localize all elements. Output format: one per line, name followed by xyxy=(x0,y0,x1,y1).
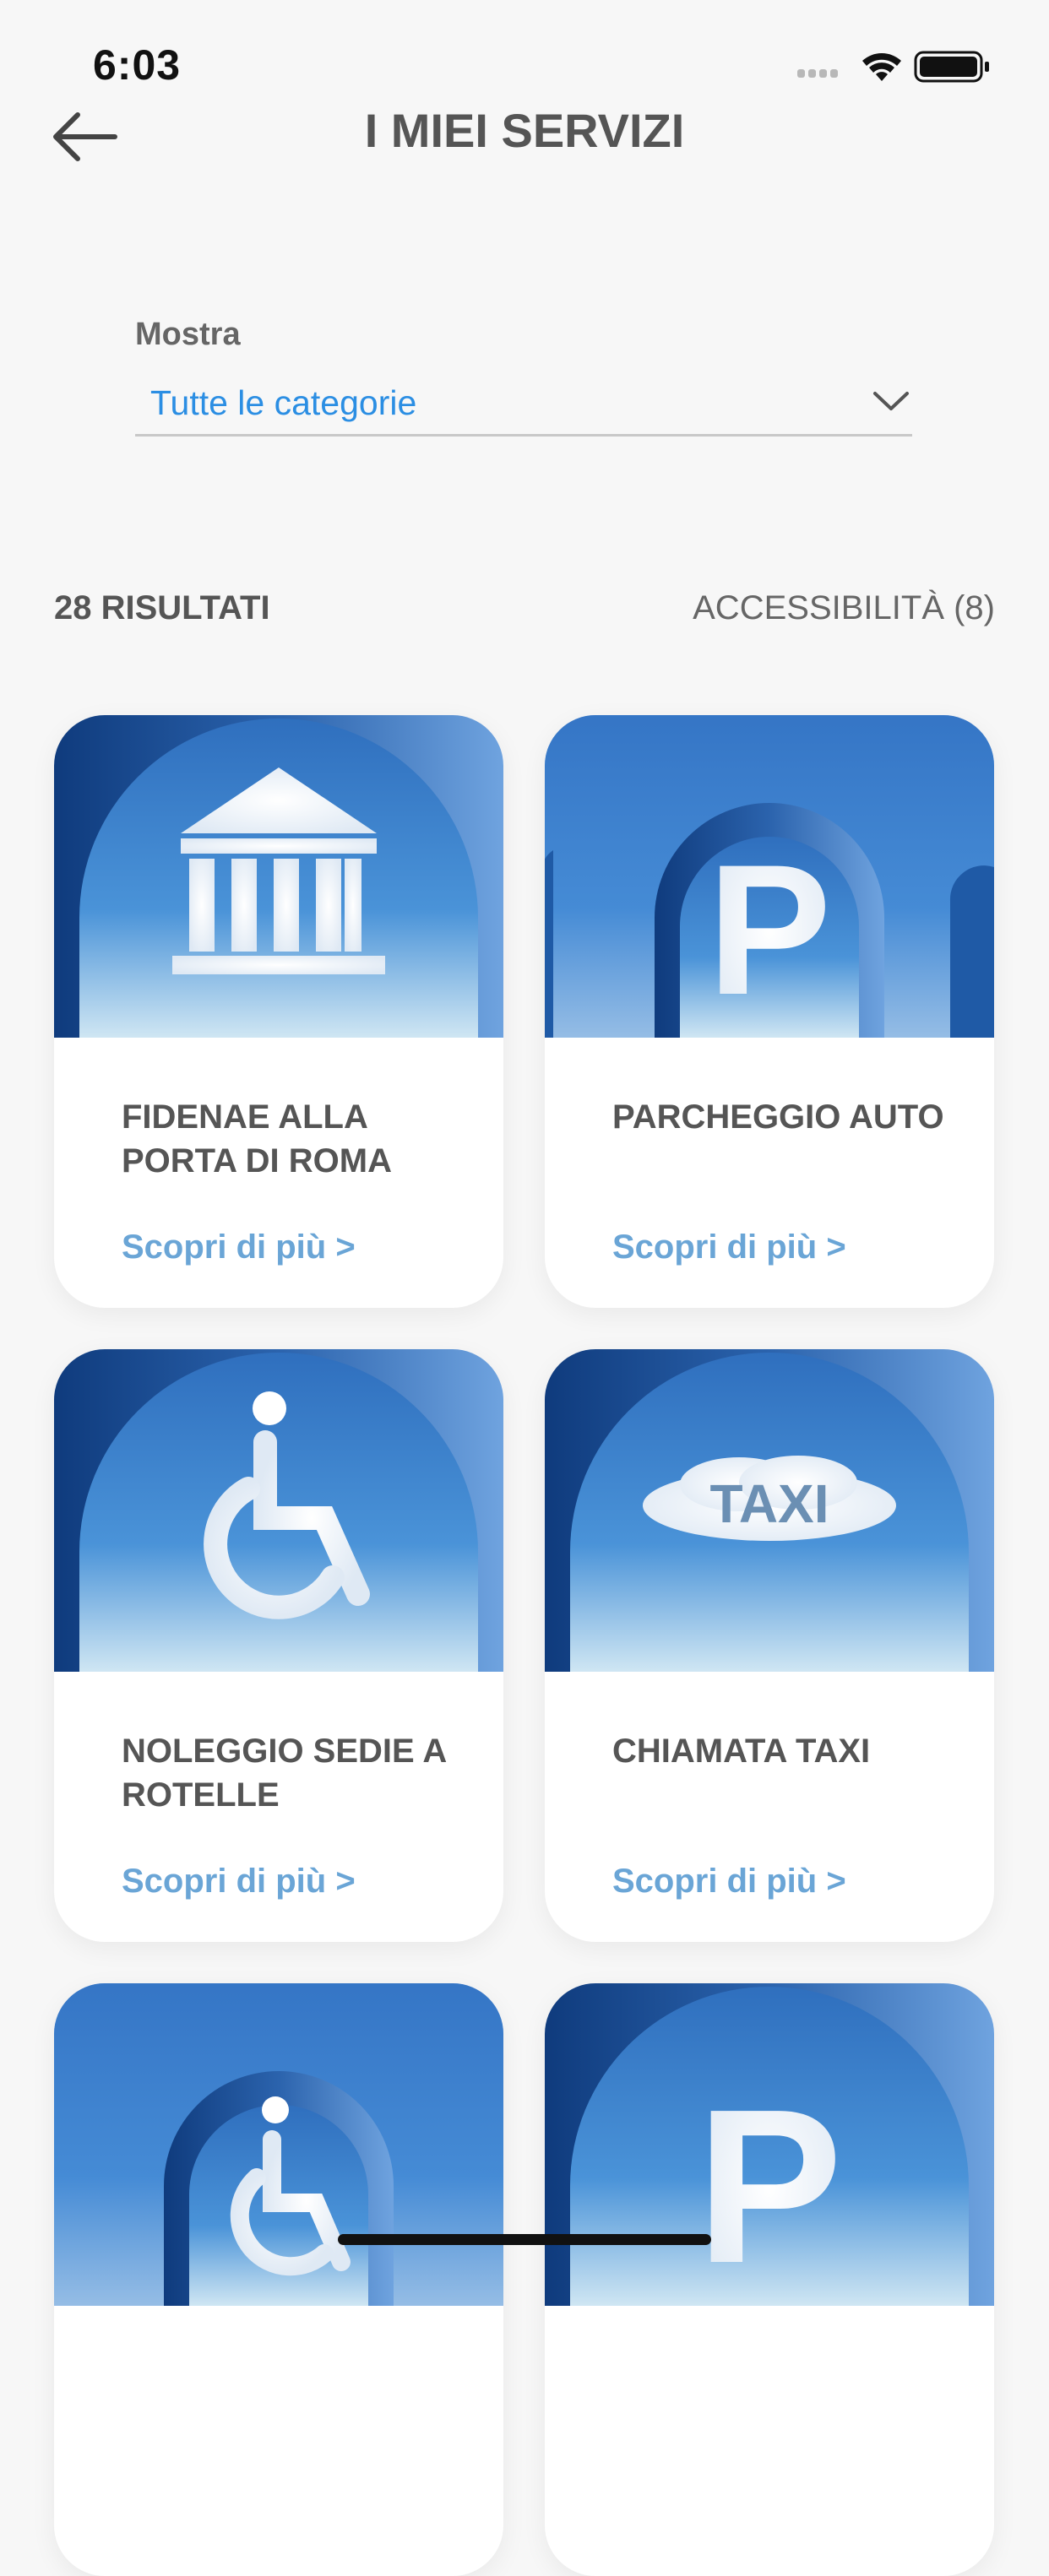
page-title: I MIEI SERVIZI xyxy=(364,104,685,157)
service-card[interactable] xyxy=(54,1983,503,2576)
service-card[interactable]: P PARCHEGGIO AUTO Scopri di più > xyxy=(545,715,994,1308)
discover-more-link[interactable]: Scopri di più > xyxy=(122,1863,356,1901)
service-card[interactable]: P xyxy=(545,1983,994,2576)
card-title: CHIAMATA TAXI xyxy=(612,1733,871,1770)
filter-label: Mostra xyxy=(135,317,241,352)
service-card[interactable]: FIDENAE ALLA PORTA DI ROMA Scopri di più… xyxy=(54,715,503,1308)
card-title: FIDENAE ALLA PORTA DI ROMA xyxy=(122,1098,392,1180)
card-image: P xyxy=(545,715,994,1038)
card-image xyxy=(54,1349,503,1672)
wifi-icon xyxy=(862,53,901,81)
card-image: P xyxy=(545,1983,994,2306)
battery-icon xyxy=(914,51,989,83)
service-card[interactable]: NOLEGGIO SEDIE A ROTELLE Scopri di più > xyxy=(54,1349,503,1942)
status-icons xyxy=(797,51,989,83)
status-time: 6:03 xyxy=(93,41,182,89)
discover-more-link[interactable]: Scopri di più > xyxy=(122,1228,356,1266)
category-select[interactable]: Tutte le categorie xyxy=(135,377,912,437)
accessibility-filter-link[interactable]: ACCESSIBILITÀ (8) xyxy=(693,589,995,627)
parking-icon: P xyxy=(708,826,832,1033)
card-title: NOLEGGIO SEDIE A ROTELLE xyxy=(122,1733,446,1814)
category-filter: Mostra Tutte le categorie xyxy=(135,317,912,437)
category-select-value: Tutte le categorie xyxy=(150,383,417,422)
parking-icon: P xyxy=(696,2064,842,2306)
discover-more-link[interactable]: Scopri di più > xyxy=(612,1863,846,1901)
card-image xyxy=(54,715,503,1038)
chevron-down-icon xyxy=(873,392,909,410)
card-title: PARCHEGGIO AUTO xyxy=(612,1098,944,1136)
svg-text:TAXI: TAXI xyxy=(709,1473,829,1534)
results-count: 28 RISULTATI xyxy=(54,589,270,626)
header: I MIEI SERVIZI xyxy=(0,93,1049,186)
discover-more-link[interactable]: Scopri di più > xyxy=(612,1228,846,1266)
card-image: TAXI xyxy=(545,1349,994,1672)
card-image xyxy=(54,1983,503,2306)
home-indicator[interactable] xyxy=(338,2234,711,2245)
service-card[interactable]: TAXI CHIAMATA TAXI Scopri di più > xyxy=(545,1349,994,1942)
signal-icon xyxy=(797,69,838,78)
